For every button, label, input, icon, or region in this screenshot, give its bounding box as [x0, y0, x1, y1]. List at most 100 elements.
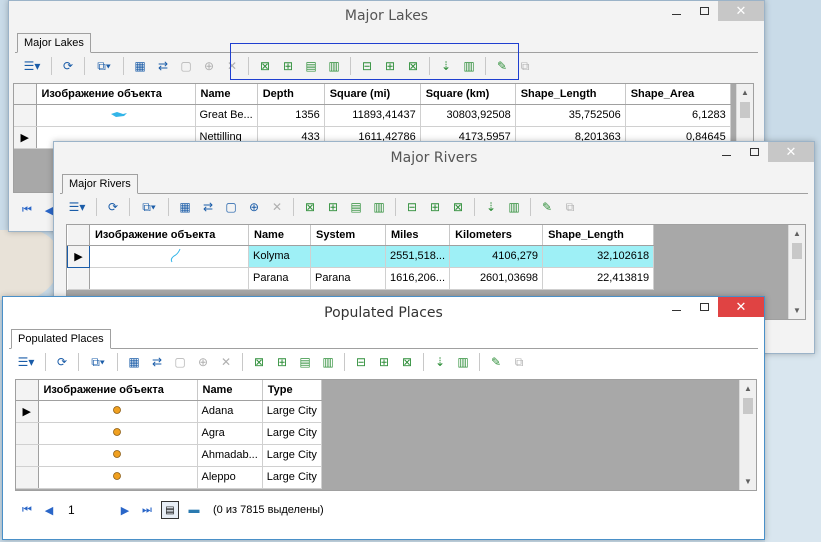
related-tables-button[interactable]: ⧉▾	[136, 197, 162, 217]
refresh-button[interactable]: ⟳	[58, 56, 78, 76]
minimize-button[interactable]	[712, 142, 740, 162]
column-header[interactable]: Type	[262, 380, 322, 401]
column-header[interactable]: Name	[197, 380, 263, 401]
vertical-scrollbar[interactable]: ▲ ▼	[739, 380, 756, 490]
join-button[interactable]: ⊟	[351, 352, 371, 372]
vertical-scrollbar[interactable]: ▲ ▼	[788, 225, 805, 319]
tab-major-rivers[interactable]: Major Rivers	[62, 174, 138, 194]
join-button[interactable]: ⊟	[402, 197, 422, 217]
table-row[interactable]: ▶ Adana Large City	[16, 400, 322, 423]
row-selector[interactable]: ▶	[67, 244, 90, 268]
scroll-thumb[interactable]	[743, 398, 753, 414]
column-header[interactable]: Square (km)	[420, 84, 516, 105]
zoom-to-selected-button[interactable]: ⊕	[199, 56, 219, 76]
row-selector[interactable]: ▶	[16, 400, 39, 423]
title-bar[interactable]: Major Rivers ✕	[54, 142, 814, 172]
table-row[interactable]: Agra Large City	[16, 422, 322, 445]
close-button[interactable]: ✕	[718, 1, 764, 21]
maximize-button[interactable]	[740, 142, 768, 162]
switch-selection-button[interactable]: ⇄	[147, 352, 167, 372]
delete-selected-button[interactable]: ✕	[267, 197, 287, 217]
select-by-attributes-button[interactable]: ▦	[124, 352, 144, 372]
columns-button[interactable]: ▥	[504, 197, 524, 217]
scroll-thumb[interactable]	[740, 102, 750, 118]
clear-selection-button[interactable]: ▢	[176, 56, 196, 76]
table-options-button[interactable]: ☰▾	[13, 352, 39, 372]
first-record-icon[interactable]: ⏮	[19, 202, 35, 218]
column-header[interactable]: Name	[248, 225, 311, 246]
scroll-thumb[interactable]	[792, 243, 802, 259]
scroll-down-icon[interactable]: ▼	[740, 473, 756, 490]
column-header[interactable]: System	[310, 225, 386, 246]
scroll-up-icon[interactable]: ▲	[740, 380, 756, 397]
table-row[interactable]: ▶ Kolyma 2551,518... 4106,279 32,102618	[67, 244, 655, 268]
zoom-to-selected-button[interactable]: ⊕	[244, 197, 264, 217]
remove-join-button[interactable]: ⊠	[397, 352, 417, 372]
relate-button[interactable]: ⊞	[374, 352, 394, 372]
refresh-button[interactable]: ⟳	[52, 352, 72, 372]
scroll-up-icon[interactable]: ▲	[737, 84, 753, 101]
table-row[interactable]: Ahmadab... Large City	[16, 444, 322, 467]
export-button[interactable]: ✎	[537, 197, 557, 217]
column-header[interactable]: Изображение объекта	[89, 225, 249, 246]
copy-button[interactable]: ⧉	[509, 352, 529, 372]
clear-selection-button[interactable]: ▢	[221, 197, 241, 217]
clear-selection-button[interactable]: ▢	[170, 352, 190, 372]
zoom-to-selected-button[interactable]: ⊕	[193, 352, 213, 372]
related-tables-button[interactable]: ⧉▾	[91, 56, 117, 76]
column-header[interactable]: Kilometers	[449, 225, 544, 246]
row-selector[interactable]	[16, 466, 39, 489]
related-tables-button[interactable]: ⧉▾	[85, 352, 111, 372]
table-row[interactable]: Parana Parana 1616,206... 2601,03698 22,…	[67, 267, 655, 290]
column-header[interactable]: Miles	[385, 225, 451, 246]
title-bar[interactable]: Major Lakes ✕	[9, 1, 764, 31]
next-record-icon[interactable]: ▶	[117, 502, 133, 518]
column-header[interactable]: Name	[195, 84, 258, 105]
relate-button[interactable]: ⊞	[425, 197, 445, 217]
row-selector-header[interactable]	[16, 380, 39, 401]
table-options-button[interactable]: ☰▾	[19, 56, 45, 76]
record-number-input[interactable]: 1	[63, 500, 111, 520]
column-header[interactable]: Изображение объекта	[38, 380, 198, 401]
column-header[interactable]: Shape_Area	[625, 84, 731, 105]
calculate-geometry-button[interactable]: ▤	[346, 197, 366, 217]
switch-selection-button[interactable]: ⇄	[198, 197, 218, 217]
first-record-icon[interactable]: ⏮	[19, 502, 35, 518]
row-selector[interactable]	[14, 104, 37, 127]
column-header[interactable]: Depth	[257, 84, 325, 105]
row-selector[interactable]	[16, 422, 39, 445]
export-button[interactable]: ✎	[486, 352, 506, 372]
maximize-button[interactable]	[690, 1, 718, 21]
maximize-button[interactable]	[690, 297, 718, 317]
arrange-button[interactable]: ⇣	[481, 197, 501, 217]
row-selector-header[interactable]	[14, 84, 37, 105]
copy-button[interactable]: ⧉	[560, 197, 580, 217]
close-button[interactable]: ✕	[768, 142, 814, 162]
columns-button[interactable]: ▥	[453, 352, 473, 372]
arrange-button[interactable]: ⇣	[430, 352, 450, 372]
switch-selection-button[interactable]: ⇄	[153, 56, 173, 76]
table-row[interactable]: Aleppo Large City	[16, 466, 322, 489]
row-selector[interactable]	[67, 267, 90, 290]
add-field-button[interactable]: ⊞	[272, 352, 292, 372]
statistics-button[interactable]: ▥	[369, 197, 389, 217]
minimize-button[interactable]	[662, 1, 690, 21]
table-options-button[interactable]: ☰▾	[64, 197, 90, 217]
tab-major-lakes[interactable]: Major Lakes	[17, 33, 91, 53]
add-field-button[interactable]: ⊞	[323, 197, 343, 217]
remove-join-button[interactable]: ⊠	[448, 197, 468, 217]
show-all-records-icon[interactable]: ▤	[161, 501, 179, 519]
title-bar[interactable]: Populated Places ✕	[3, 297, 764, 327]
column-header[interactable]: Shape_Length	[542, 225, 655, 246]
table-row[interactable]: Great Be... 1356 11893,41437 30803,92508…	[14, 104, 731, 127]
row-selector-header[interactable]	[67, 225, 90, 246]
column-header[interactable]: Shape_Length	[515, 84, 626, 105]
previous-record-icon[interactable]: ◀	[41, 502, 57, 518]
refresh-button[interactable]: ⟳	[103, 197, 123, 217]
statistics-button[interactable]: ▥	[318, 352, 338, 372]
scroll-up-icon[interactable]: ▲	[789, 225, 805, 242]
delete-field-button[interactable]: ⊠	[300, 197, 320, 217]
delete-selected-button[interactable]: ✕	[216, 352, 236, 372]
delete-field-button[interactable]: ⊠	[249, 352, 269, 372]
row-selector[interactable]: ▶	[14, 126, 37, 149]
